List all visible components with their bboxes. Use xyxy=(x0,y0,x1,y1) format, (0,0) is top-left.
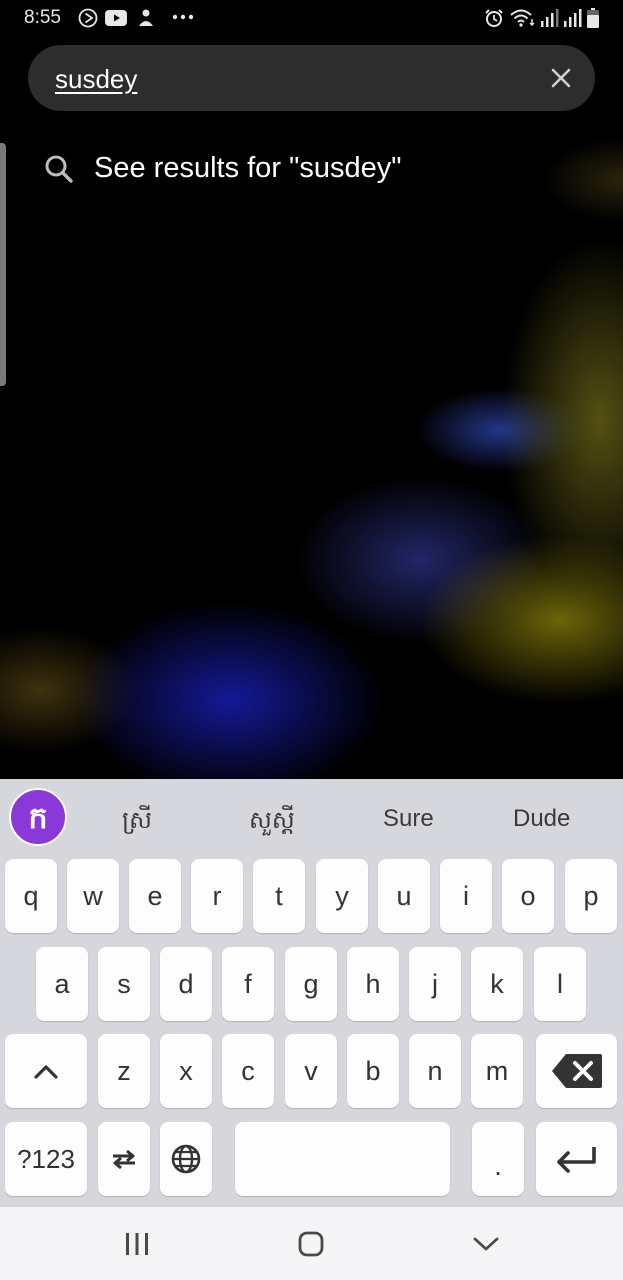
status-time: 8:55 xyxy=(24,7,61,28)
word-suggestion[interactable]: Dude xyxy=(513,805,570,833)
wifi-icon xyxy=(510,9,535,27)
status-bar: 8:55 xyxy=(0,0,623,36)
enter-key[interactable] xyxy=(536,1122,617,1196)
recent-apps-icon[interactable] xyxy=(124,1232,150,1256)
key-i[interactable]: i xyxy=(440,859,492,933)
key-t[interactable]: t xyxy=(253,859,305,933)
back-chevron-icon[interactable] xyxy=(472,1235,500,1253)
wallpaper xyxy=(0,0,623,780)
key-q[interactable]: q xyxy=(5,859,57,933)
backspace-icon xyxy=(551,1054,602,1088)
key-k[interactable]: k xyxy=(471,947,523,1021)
search-icon xyxy=(45,155,73,183)
globe-key[interactable] xyxy=(160,1122,212,1196)
language-switch-key[interactable] xyxy=(98,1122,150,1196)
signal-icon xyxy=(564,9,582,27)
search-suggestion[interactable]: See results for "susdey" xyxy=(44,146,604,196)
key-r[interactable]: r xyxy=(191,859,243,933)
key-u[interactable]: u xyxy=(378,859,430,933)
home-icon[interactable] xyxy=(298,1231,324,1257)
word-suggestion[interactable]: ស្រី xyxy=(122,805,152,840)
word-suggestion[interactable]: Sure xyxy=(383,805,434,833)
key-y[interactable]: y xyxy=(316,859,368,933)
key-x[interactable]: x xyxy=(160,1034,212,1108)
key-d[interactable]: d xyxy=(160,947,212,1021)
enter-icon xyxy=(556,1147,596,1173)
alarm-icon xyxy=(485,9,503,27)
keyboard-logo-glyph: ក xyxy=(28,801,48,836)
key-e[interactable]: e xyxy=(129,859,181,933)
symbols-key[interactable]: ?123 xyxy=(5,1122,87,1196)
close-icon[interactable] xyxy=(545,62,577,94)
key-h[interactable]: h xyxy=(347,947,399,1021)
space-key[interactable] xyxy=(235,1122,450,1196)
key-g[interactable]: g xyxy=(285,947,337,1021)
word-suggestions-bar: ក ស្រី សួស្តី Sure Dude xyxy=(0,779,623,855)
backspace-key[interactable] xyxy=(536,1034,617,1108)
keyboard-logo-button[interactable]: ក xyxy=(9,788,67,846)
key-s[interactable]: s xyxy=(98,947,150,1021)
globe-icon xyxy=(171,1144,201,1174)
key-f[interactable]: f xyxy=(222,947,274,1021)
shift-key[interactable] xyxy=(5,1034,87,1108)
signal-icon xyxy=(541,9,559,27)
key-o[interactable]: o xyxy=(502,859,554,933)
chevron-up-icon xyxy=(34,1065,58,1079)
key-period[interactable]: . xyxy=(472,1122,524,1196)
swap-arrows-icon xyxy=(113,1149,135,1170)
suggestion-label: See results for "susdey" xyxy=(94,152,402,184)
key-v[interactable]: v xyxy=(285,1034,337,1108)
keyboard: ក ស្រី សួស្តី Sure Dude q w e r t y u i … xyxy=(0,779,623,1207)
play-circle-icon xyxy=(78,8,98,28)
search-input[interactable]: susdey xyxy=(55,64,137,95)
key-z[interactable]: z xyxy=(98,1034,150,1108)
key-w[interactable]: w xyxy=(67,859,119,933)
key-m[interactable]: m xyxy=(471,1034,523,1108)
key-j[interactable]: j xyxy=(409,947,461,1021)
key-c[interactable]: c xyxy=(222,1034,274,1108)
navigation-bar xyxy=(0,1207,623,1280)
youtube-icon xyxy=(105,10,127,26)
key-b[interactable]: b xyxy=(347,1034,399,1108)
key-n[interactable]: n xyxy=(409,1034,461,1108)
battery-icon xyxy=(587,8,599,28)
key-a[interactable]: a xyxy=(36,947,88,1021)
word-suggestion[interactable]: សួស្តី xyxy=(249,805,295,840)
key-l[interactable]: l xyxy=(534,947,586,1021)
edge-panel-handle[interactable] xyxy=(0,143,6,386)
person-icon xyxy=(139,9,153,26)
more-dots-icon xyxy=(172,14,194,20)
search-bar[interactable]: susdey xyxy=(28,45,595,111)
key-p[interactable]: p xyxy=(565,859,617,933)
